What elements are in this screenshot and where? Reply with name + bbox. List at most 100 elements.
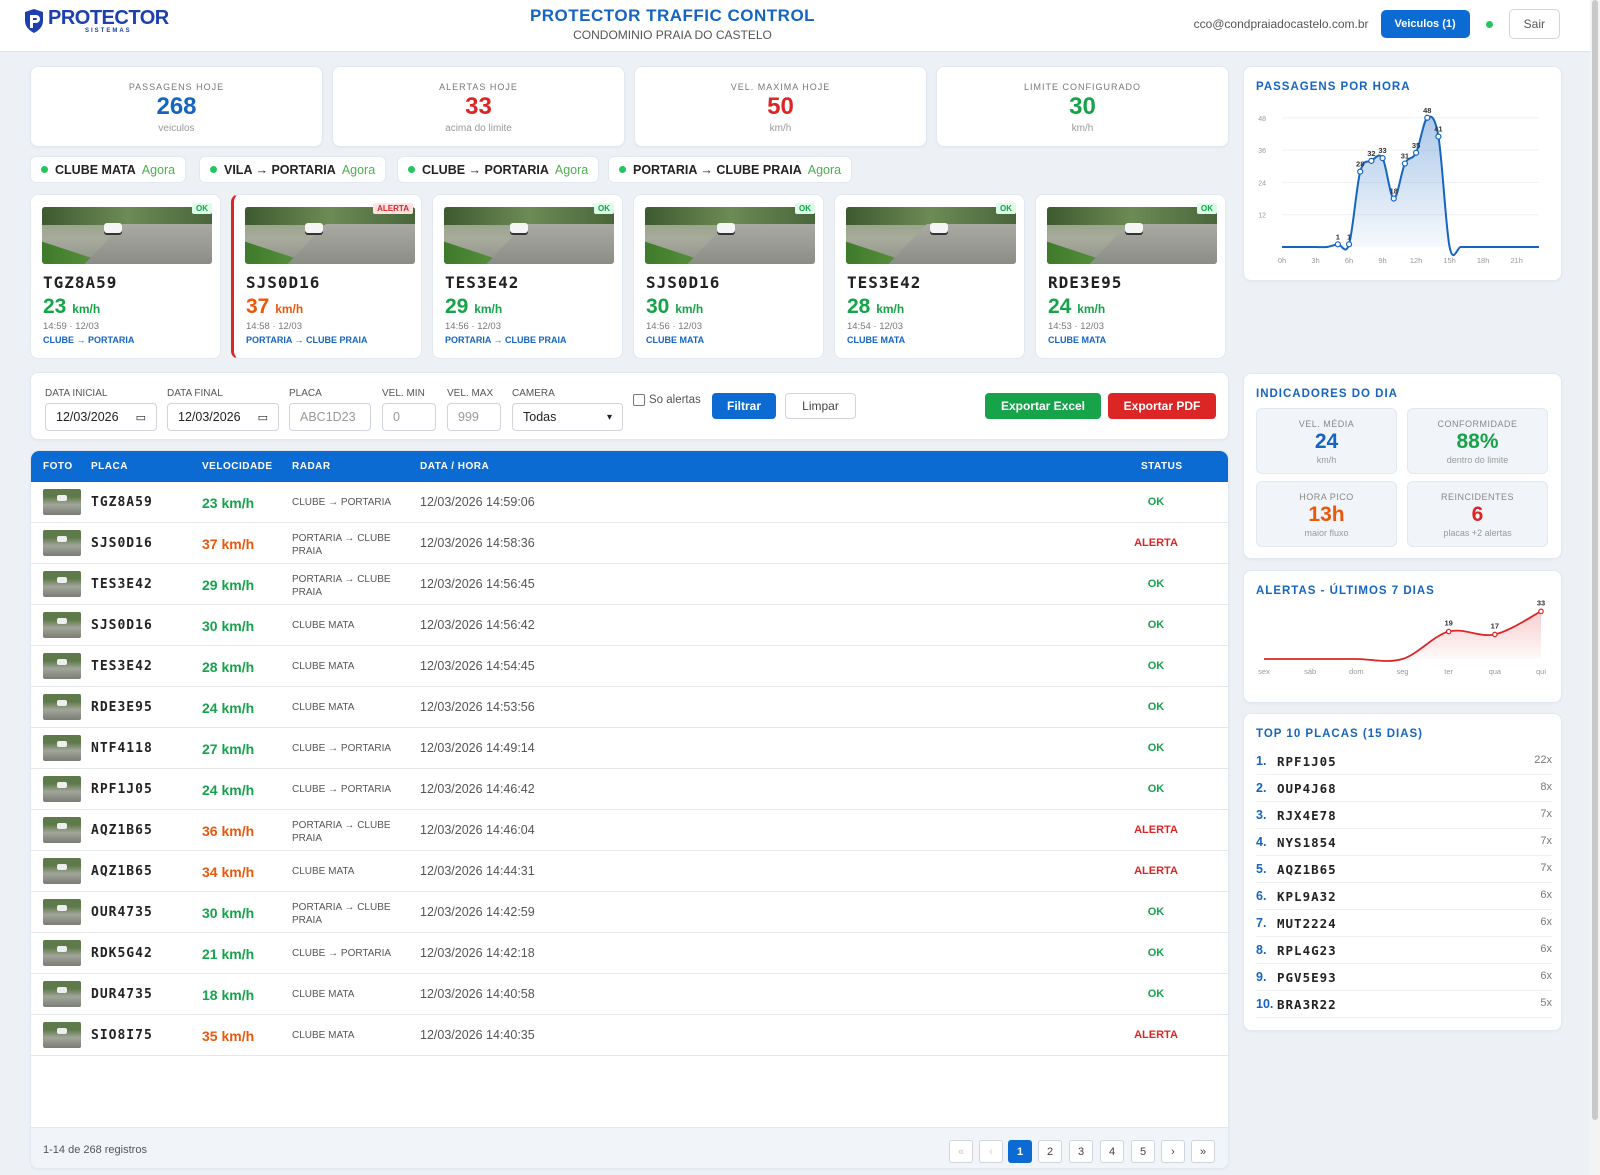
top-plate-item[interactable]: 5. AQZ1B65 7x bbox=[1256, 856, 1552, 883]
top-plate-item[interactable]: 3. RJX4E78 7x bbox=[1256, 802, 1552, 829]
camera-snapshot[interactable] bbox=[42, 207, 212, 264]
first-page-button[interactable]: « bbox=[949, 1140, 973, 1163]
end-date-input[interactable]: 12/03/2026 ▭ bbox=[167, 403, 279, 431]
column-header[interactable]: PLACA bbox=[91, 461, 128, 472]
top-plate-item[interactable]: 4. NYS1854 7x bbox=[1256, 829, 1552, 856]
vehicle-thumbnail[interactable] bbox=[43, 817, 81, 843]
min-speed-input[interactable]: 0 bbox=[382, 403, 436, 431]
page-button-1[interactable]: 1 bbox=[1008, 1140, 1032, 1163]
top-plate-item[interactable]: 1. RPF1J05 22x bbox=[1256, 748, 1552, 775]
filter-button[interactable]: Filtrar bbox=[712, 393, 776, 419]
table-row[interactable]: RDE3E95 24 km/h CLUBE MATA 12/03/2026 14:53… bbox=[31, 687, 1228, 728]
camera-card[interactable]: OK TES3E42 28 km/h 14:54 · 12/03 CLUBE M… bbox=[834, 194, 1025, 359]
table-row[interactable]: OUR4735 30 km/h PORTARIA → CLUBE PRAIA 12/0… bbox=[31, 892, 1228, 933]
logout-button[interactable]: Sair bbox=[1508, 9, 1560, 39]
column-header[interactable]: FOTO bbox=[43, 461, 73, 472]
last-page-button[interactable]: » bbox=[1191, 1140, 1215, 1163]
vehicle-thumbnail[interactable] bbox=[43, 530, 81, 556]
vehicle-thumbnail[interactable] bbox=[43, 776, 81, 802]
camera-snapshot[interactable] bbox=[846, 207, 1016, 264]
camera-card[interactable]: OK TES3E42 29 km/h 14:56 · 12/03 PORTARI… bbox=[432, 194, 623, 359]
column-header[interactable]: DATA / HORA bbox=[420, 461, 489, 472]
vehicle-thumbnail[interactable] bbox=[43, 899, 81, 925]
vehicle-thumbnail[interactable] bbox=[43, 1022, 81, 1048]
vehicle-thumbnail[interactable] bbox=[43, 981, 81, 1007]
row-plate: SJS0D16 bbox=[91, 618, 153, 633]
camera-select[interactable]: Todas ▾ bbox=[512, 403, 623, 431]
data-point bbox=[1424, 114, 1431, 121]
top-plate-item[interactable]: 9. PGV5E93 6x bbox=[1256, 964, 1552, 991]
page-scrollbar[interactable] bbox=[1590, 0, 1600, 1175]
top-plate-number: NYS1854 bbox=[1277, 835, 1337, 850]
column-header[interactable]: RADAR bbox=[292, 461, 331, 472]
top-plate-item[interactable]: 6. KPL9A32 6x bbox=[1256, 883, 1552, 910]
table-row[interactable]: RPF1J05 24 km/h CLUBE → PORTARIA 12/03/2026… bbox=[31, 769, 1228, 810]
top-plate-item[interactable]: 2. OUP4J68 8x bbox=[1256, 775, 1552, 802]
alerts-only-checkbox[interactable] bbox=[633, 394, 645, 406]
clear-button[interactable]: Limpar bbox=[785, 393, 856, 419]
camera-snapshot[interactable] bbox=[245, 207, 415, 264]
x-tick-label: 9h bbox=[1378, 256, 1386, 265]
vehicle-thumbnail[interactable] bbox=[43, 858, 81, 884]
column-header[interactable]: STATUS bbox=[1141, 461, 1183, 472]
table-row[interactable]: AQZ1B65 34 km/h CLUBE MATA 12/03/2026 14:44… bbox=[31, 851, 1228, 892]
logo[interactable]: PROTECTOR SISTEMAS bbox=[24, 8, 169, 34]
vehicle-thumbnail[interactable] bbox=[43, 940, 81, 966]
top-plate-rank: 10. bbox=[1256, 997, 1274, 1011]
radar-status-clube-portaria[interactable]: CLUBE → PORTARIA Agora bbox=[397, 156, 600, 183]
camera-card[interactable]: OK SJS0D16 30 km/h 14:56 · 12/03 CLUBE M… bbox=[633, 194, 824, 359]
camera-card[interactable]: OK RDE3E95 24 km/h 14:53 · 12/03 CLUBE M… bbox=[1035, 194, 1226, 359]
vehicles-button[interactable]: Veiculos (1) bbox=[1380, 10, 1470, 38]
vehicle-thumbnail[interactable] bbox=[43, 735, 81, 761]
table-row[interactable]: TES3E42 28 km/h CLUBE MATA 12/03/2026 14:54… bbox=[31, 646, 1228, 687]
vehicle-thumbnail[interactable] bbox=[43, 571, 81, 597]
radar-last-seen: Agora bbox=[807, 162, 842, 177]
table-row[interactable]: TES3E42 29 km/h PORTARIA → CLUBE PRAIA 12/0… bbox=[31, 564, 1228, 605]
camera-snapshot[interactable] bbox=[444, 207, 614, 264]
stat-value: 268 bbox=[156, 93, 197, 120]
start-date-input[interactable]: 12/03/2026 ▭ bbox=[45, 403, 157, 431]
vehicle-thumbnail[interactable] bbox=[43, 694, 81, 720]
plate-input[interactable]: ABC1D23 bbox=[289, 403, 371, 431]
camera-snapshot[interactable] bbox=[1047, 207, 1217, 264]
radar-status-clube-mata[interactable]: CLUBE MATA Agora bbox=[30, 156, 187, 183]
prev-page-button[interactable]: ‹ bbox=[979, 1140, 1003, 1163]
indicator-peak-hour: HORA PICO 13h maior fluxo bbox=[1256, 481, 1397, 547]
table-row[interactable]: RDK5G42 21 km/h CLUBE → PORTARIA 12/03/2026… bbox=[31, 933, 1228, 974]
column-header[interactable]: VELOCIDADE bbox=[202, 461, 273, 472]
table-row[interactable]: SJS0D16 37 km/h PORTARIA → CLUBE PRAIA 12/0… bbox=[31, 523, 1228, 564]
top-plate-item[interactable]: 10. BRA3R22 5x bbox=[1256, 991, 1552, 1018]
calendar-icon: ▭ bbox=[257, 411, 268, 424]
table-row[interactable]: NTF4118 27 km/h CLUBE → PORTARIA 12/03/2026… bbox=[31, 728, 1228, 769]
page-button-5[interactable]: 5 bbox=[1131, 1140, 1155, 1163]
table-row[interactable]: SJS0D16 30 km/h CLUBE MATA 12/03/2026 14:56… bbox=[31, 605, 1228, 646]
camera-card[interactable]: ALERTA SJS0D16 37 km/h 14:58 · 12/03 POR… bbox=[231, 194, 422, 359]
radar-status-vila-portaria[interactable]: VILA → PORTARIA Agora bbox=[199, 156, 387, 183]
table-row[interactable]: AQZ1B65 36 km/h PORTARIA → CLUBE PRAIA 12/0… bbox=[31, 810, 1228, 851]
camera-snapshot[interactable] bbox=[645, 207, 815, 264]
chevron-down-icon: ▾ bbox=[606, 411, 612, 423]
table-row[interactable]: SIO8I75 35 km/h CLUBE MATA 12/03/2026 14:40… bbox=[31, 1015, 1228, 1056]
online-dot-icon bbox=[619, 166, 626, 173]
vehicle-thumbnail[interactable] bbox=[43, 489, 81, 515]
top-plate-item[interactable]: 8. RPL4G23 6x bbox=[1256, 937, 1552, 964]
table-row[interactable]: DUR4735 18 km/h CLUBE MATA 12/03/2026 14:40… bbox=[31, 974, 1228, 1015]
alerts-only-toggle[interactable]: So alertas bbox=[633, 394, 701, 406]
max-speed-input[interactable]: 999 bbox=[447, 403, 501, 431]
page-button-3[interactable]: 3 bbox=[1069, 1140, 1093, 1163]
page-button-4[interactable]: 4 bbox=[1100, 1140, 1124, 1163]
export-excel-button[interactable]: Exportar Excel bbox=[985, 393, 1101, 419]
page-button-2[interactable]: 2 bbox=[1038, 1140, 1062, 1163]
camera-card[interactable]: OK TGZ8A59 23 km/h 14:59 · 12/03 CLUBE →… bbox=[30, 194, 221, 359]
top-plates-card: TOP 10 PLACAS (15 DIAS) 1. RPF1J05 22x 2. OU… bbox=[1243, 713, 1562, 1031]
radar-status-portaria-clube-praia[interactable]: PORTARIA → CLUBE PRAIA Agora bbox=[608, 156, 853, 183]
indicator-unit: dentro do limite bbox=[1446, 455, 1509, 465]
vehicle-thumbnail[interactable] bbox=[43, 612, 81, 638]
export-pdf-button[interactable]: Exportar PDF bbox=[1108, 393, 1216, 419]
next-page-button[interactable]: › bbox=[1161, 1140, 1185, 1163]
stat-label: LIMITE CONFIGURADO bbox=[1023, 82, 1141, 92]
top-plate-item[interactable]: 7. MUT2224 6x bbox=[1256, 910, 1552, 937]
vehicle-thumbnail[interactable] bbox=[43, 653, 81, 679]
scrollbar-thumb[interactable] bbox=[1592, 0, 1598, 1120]
table-row[interactable]: TGZ8A59 23 km/h CLUBE → PORTARIA 12/03/2026… bbox=[31, 482, 1228, 523]
